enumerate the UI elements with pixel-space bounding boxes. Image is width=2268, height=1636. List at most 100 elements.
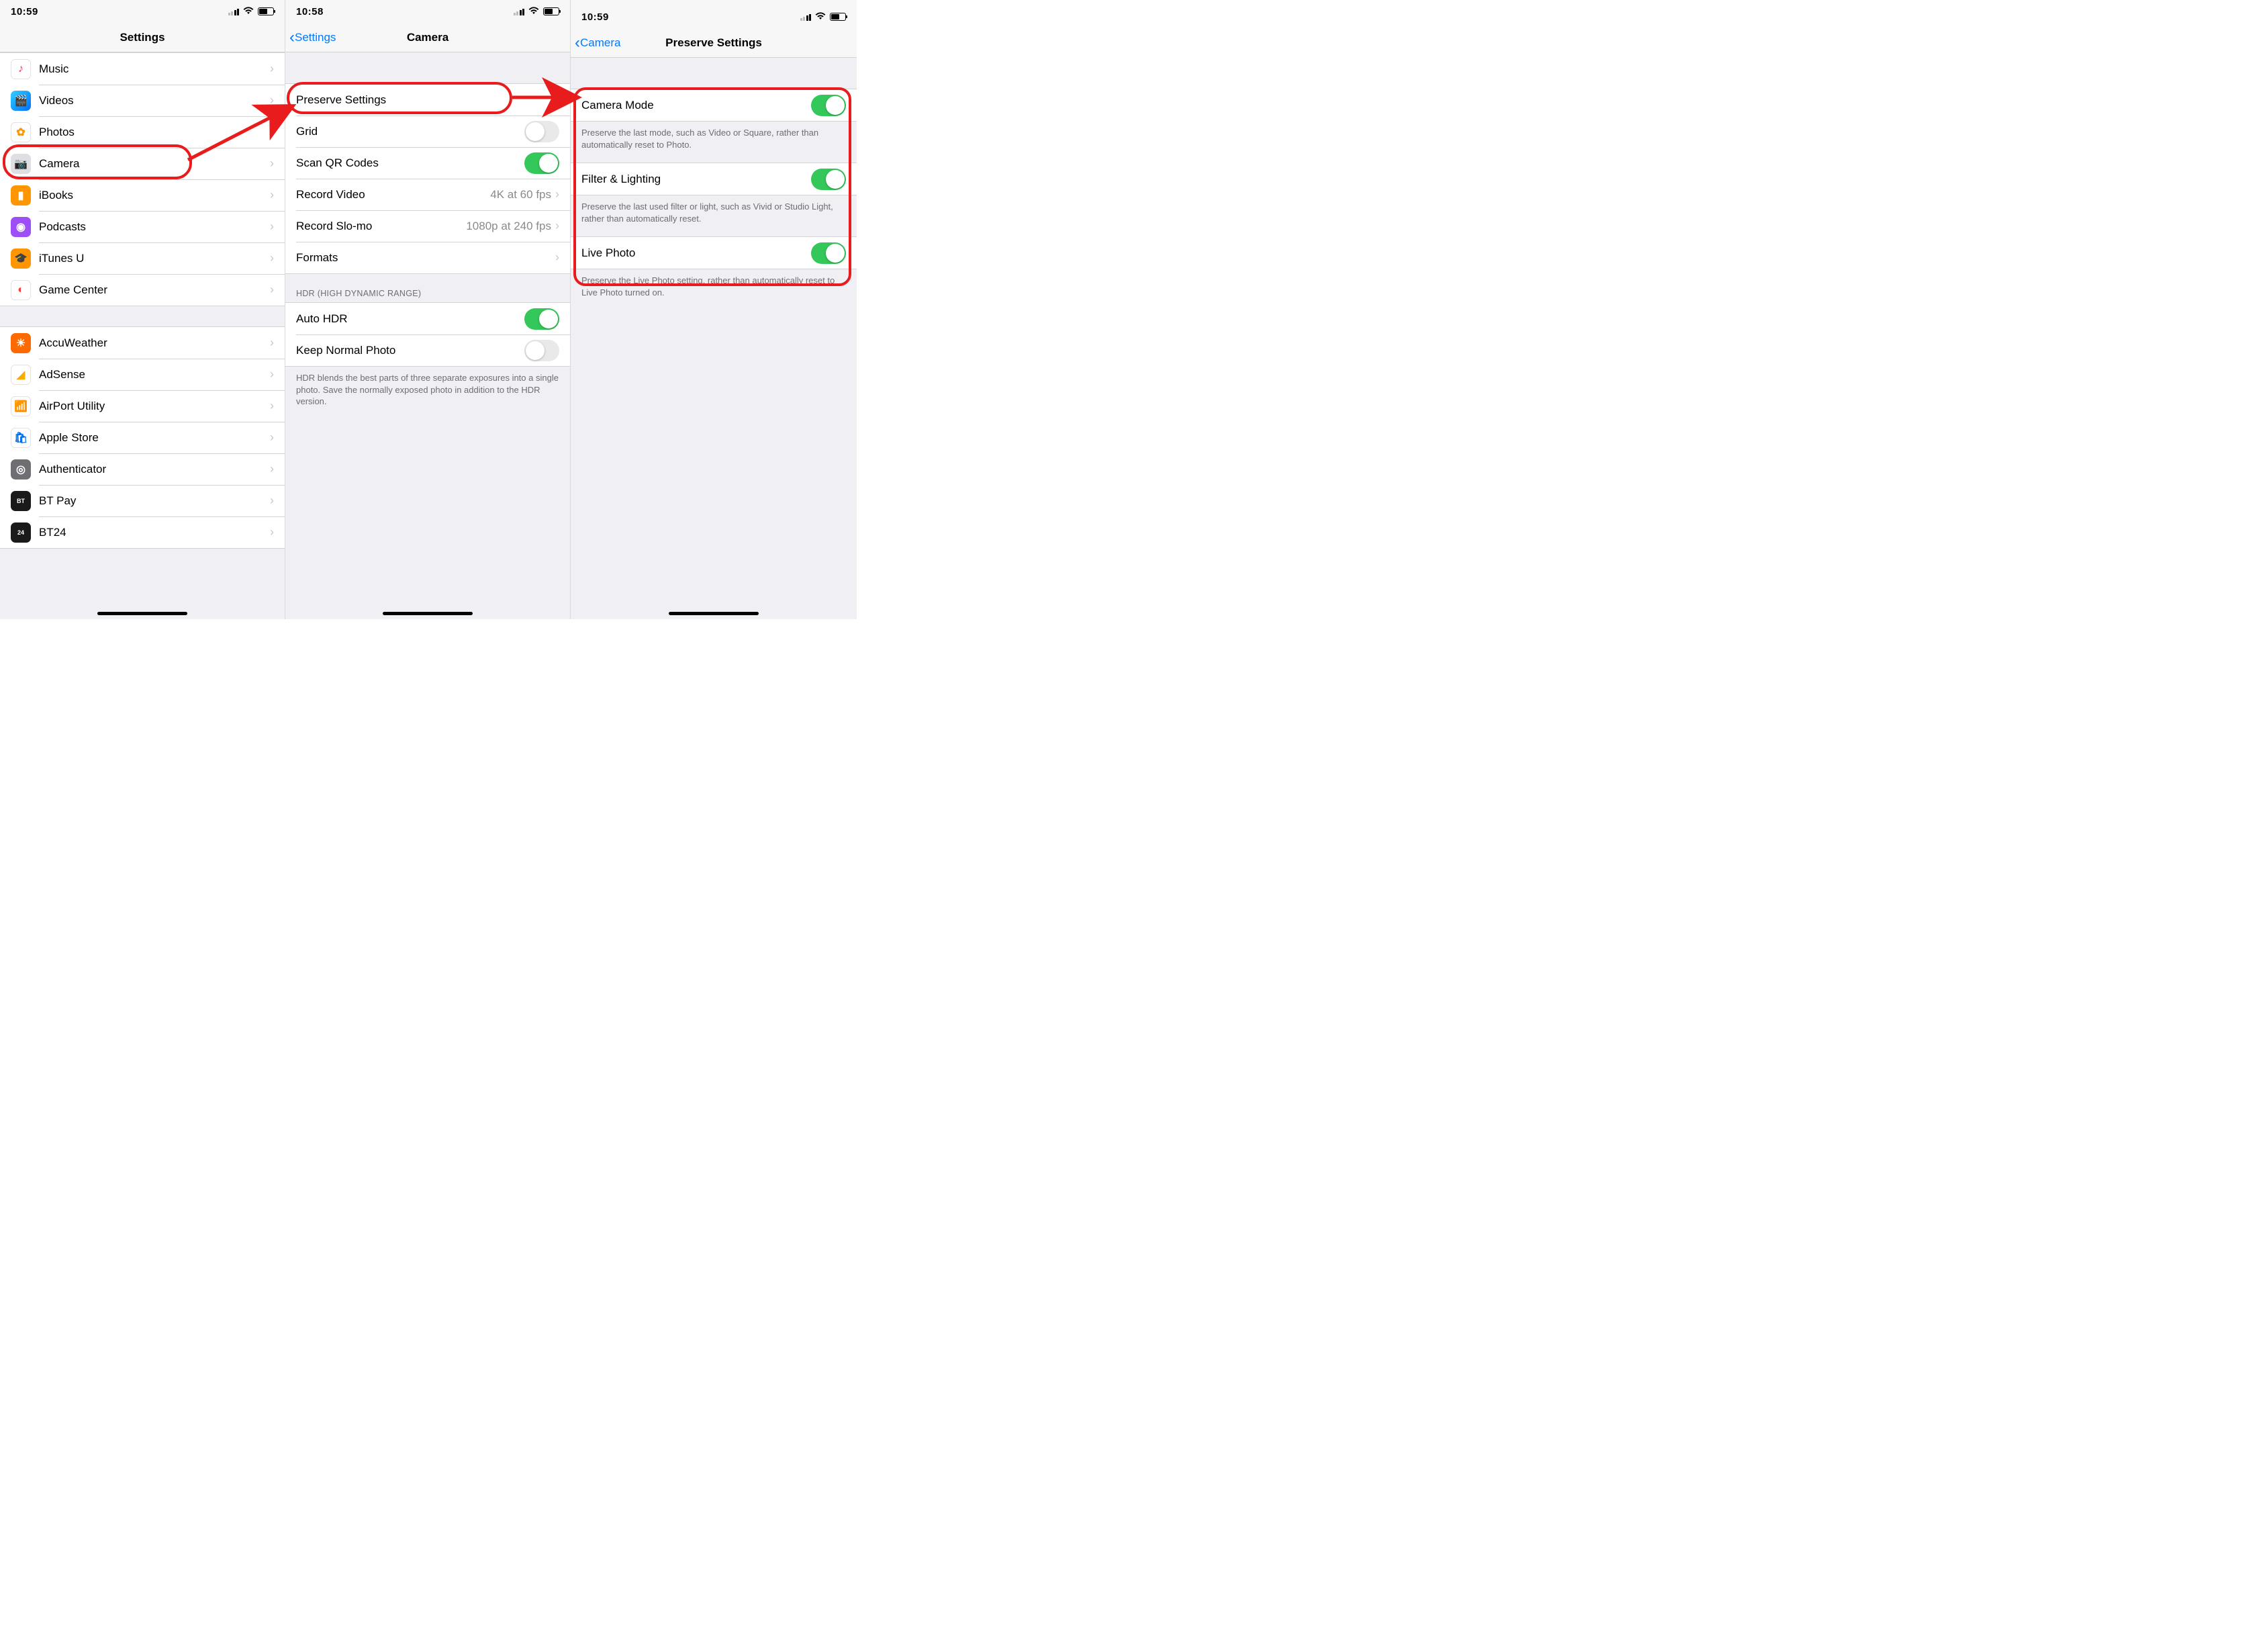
row-label: Keep Normal Photo — [296, 344, 524, 357]
podcasts-app-icon: ◉ — [11, 217, 31, 237]
filter-lighting-switch[interactable] — [811, 169, 846, 190]
row-label: iTunes U — [39, 252, 270, 265]
row-label: AirPort Utility — [39, 400, 270, 413]
filter-lighting-row[interactable]: Filter & Lighting — [571, 163, 857, 195]
settings-row-bt24[interactable]: 24BT24› — [0, 516, 285, 548]
accuweather-app-icon: ☀ — [11, 333, 31, 353]
row-keep-normal-photo[interactable]: Keep Normal Photo — [285, 334, 570, 366]
row-label: iBooks — [39, 189, 270, 202]
live-photo-row[interactable]: Live Photo — [571, 237, 857, 269]
row-label: Filter & Lighting — [581, 173, 811, 186]
row-label: Camera — [39, 157, 270, 171]
live-photo-switch[interactable] — [811, 242, 846, 264]
home-indicator[interactable] — [669, 612, 759, 615]
chevron-right-icon: › — [555, 93, 559, 107]
row-preserve-settings[interactable]: Preserve Settings› — [285, 84, 570, 116]
settings-row-camera[interactable]: 📷Camera› — [0, 148, 285, 179]
game-center-app-icon: ◐ — [11, 280, 31, 300]
chevron-left-icon: ‹ — [289, 30, 295, 46]
settings-row-airport-utility[interactable]: 📶AirPort Utility› — [0, 390, 285, 422]
chevron-right-icon: › — [270, 462, 274, 476]
row-value: 4K at 60 fps — [490, 188, 551, 201]
row-label: Photos — [39, 126, 270, 139]
settings-row-ibooks[interactable]: ▮iBooks› — [0, 179, 285, 211]
status-indicators — [800, 11, 847, 23]
row-formats[interactable]: Formats› — [285, 242, 570, 273]
wifi-icon — [528, 6, 539, 17]
settings-row-music[interactable]: ♪Music› — [0, 53, 285, 85]
auto-hdr-switch[interactable] — [524, 308, 559, 330]
row-label: Record Video — [296, 188, 490, 201]
status-bar: 10:59 — [571, 0, 857, 28]
settings-row-accuweather[interactable]: ☀AccuWeather› — [0, 327, 285, 359]
camera-mode-row[interactable]: Camera Mode — [571, 89, 857, 121]
chevron-right-icon: › — [555, 219, 559, 233]
back-label: Camera — [580, 36, 620, 50]
apple-store-app-icon: 🛍 — [11, 428, 31, 448]
chevron-right-icon: › — [270, 220, 274, 234]
row-record-slo-mo[interactable]: Record Slo-mo1080p at 240 fps› — [285, 210, 570, 242]
back-button[interactable]: ‹ Camera — [575, 28, 620, 57]
status-bar: 10:59 — [0, 0, 285, 23]
back-button[interactable]: ‹ Settings — [289, 23, 336, 52]
row-label: Auto HDR — [296, 312, 524, 326]
row-label: Podcasts — [39, 220, 270, 234]
live-photo-footer: Preserve the Live Photo setting, rather … — [571, 269, 857, 310]
row-scan-qr-codes[interactable]: Scan QR Codes — [285, 147, 570, 179]
preserve-settings-screen: 10:59 ‹ Camera Preserve Settings Camera … — [571, 0, 857, 619]
settings-row-apple-store[interactable]: 🛍Apple Store› — [0, 422, 285, 453]
cellular-icon — [514, 8, 525, 15]
status-bar: 10:58 — [285, 0, 570, 23]
home-indicator[interactable] — [383, 612, 473, 615]
settings-row-authenticator[interactable]: ◎Authenticator› — [0, 453, 285, 485]
nav-bar: Settings — [0, 23, 285, 52]
authenticator-app-icon: ◎ — [11, 459, 31, 480]
settings-row-bt-pay[interactable]: BTBT Pay› — [0, 485, 285, 516]
chevron-right-icon: › — [555, 187, 559, 201]
row-label: Live Photo — [581, 246, 811, 260]
chevron-right-icon: › — [270, 62, 274, 76]
row-auto-hdr[interactable]: Auto HDR — [285, 303, 570, 334]
nav-bar: ‹ Settings Camera — [285, 23, 570, 52]
grid-switch[interactable] — [524, 121, 559, 142]
bt-pay-app-icon: BT — [11, 491, 31, 511]
row-label: BT24 — [39, 526, 270, 539]
page-title: Preserve Settings — [665, 36, 762, 50]
airport-utility-app-icon: 📶 — [11, 396, 31, 416]
settings-row-itunes-u[interactable]: 🎓iTunes U› — [0, 242, 285, 274]
settings-row-podcasts[interactable]: ◉ Podcasts› — [0, 211, 285, 242]
chevron-right-icon: › — [270, 336, 274, 350]
scan-qr-codes-switch[interactable] — [524, 152, 559, 174]
row-label: Music — [39, 62, 270, 76]
hdr-section-footer: HDR blends the best parts of three separ… — [285, 367, 570, 420]
adsense-app-icon: ◢ — [11, 365, 31, 385]
chevron-right-icon: › — [555, 251, 559, 265]
home-indicator[interactable] — [97, 612, 187, 615]
row-grid[interactable]: Grid — [285, 116, 570, 147]
filter-lighting-footer: Preserve the last used filter or light, … — [571, 195, 857, 236]
settings-row-videos[interactable]: 🎬Videos› — [0, 85, 285, 116]
photos-app-icon: ✿ — [11, 122, 31, 142]
settings-row-photos[interactable]: ✿Photos› — [0, 116, 285, 148]
row-label: Videos — [39, 94, 270, 107]
row-label: AdSense — [39, 368, 270, 381]
keep-normal-photo-switch[interactable] — [524, 340, 559, 361]
camera-mode-switch[interactable] — [811, 95, 846, 116]
chevron-right-icon: › — [270, 494, 274, 508]
battery-icon — [258, 7, 274, 15]
chevron-right-icon: › — [270, 525, 274, 539]
back-label: Settings — [295, 31, 336, 44]
camera-app-icon: 📷 — [11, 154, 31, 174]
battery-icon — [830, 13, 846, 21]
settings-row-adsense[interactable]: ◢ AdSense› — [0, 359, 285, 390]
battery-icon — [543, 7, 559, 15]
chevron-right-icon: › — [270, 251, 274, 265]
settings-row-game-center[interactable]: ◐Game Center› — [0, 274, 285, 306]
page-title: Camera — [407, 31, 448, 44]
row-record-video[interactable]: Record Video4K at 60 fps › — [285, 179, 570, 210]
camera-mode-footer: Preserve the last mode, such as Video or… — [571, 122, 857, 163]
wifi-icon — [243, 6, 254, 17]
chevron-right-icon: › — [270, 283, 274, 297]
row-label: Grid — [296, 125, 524, 138]
chevron-right-icon: › — [270, 367, 274, 381]
